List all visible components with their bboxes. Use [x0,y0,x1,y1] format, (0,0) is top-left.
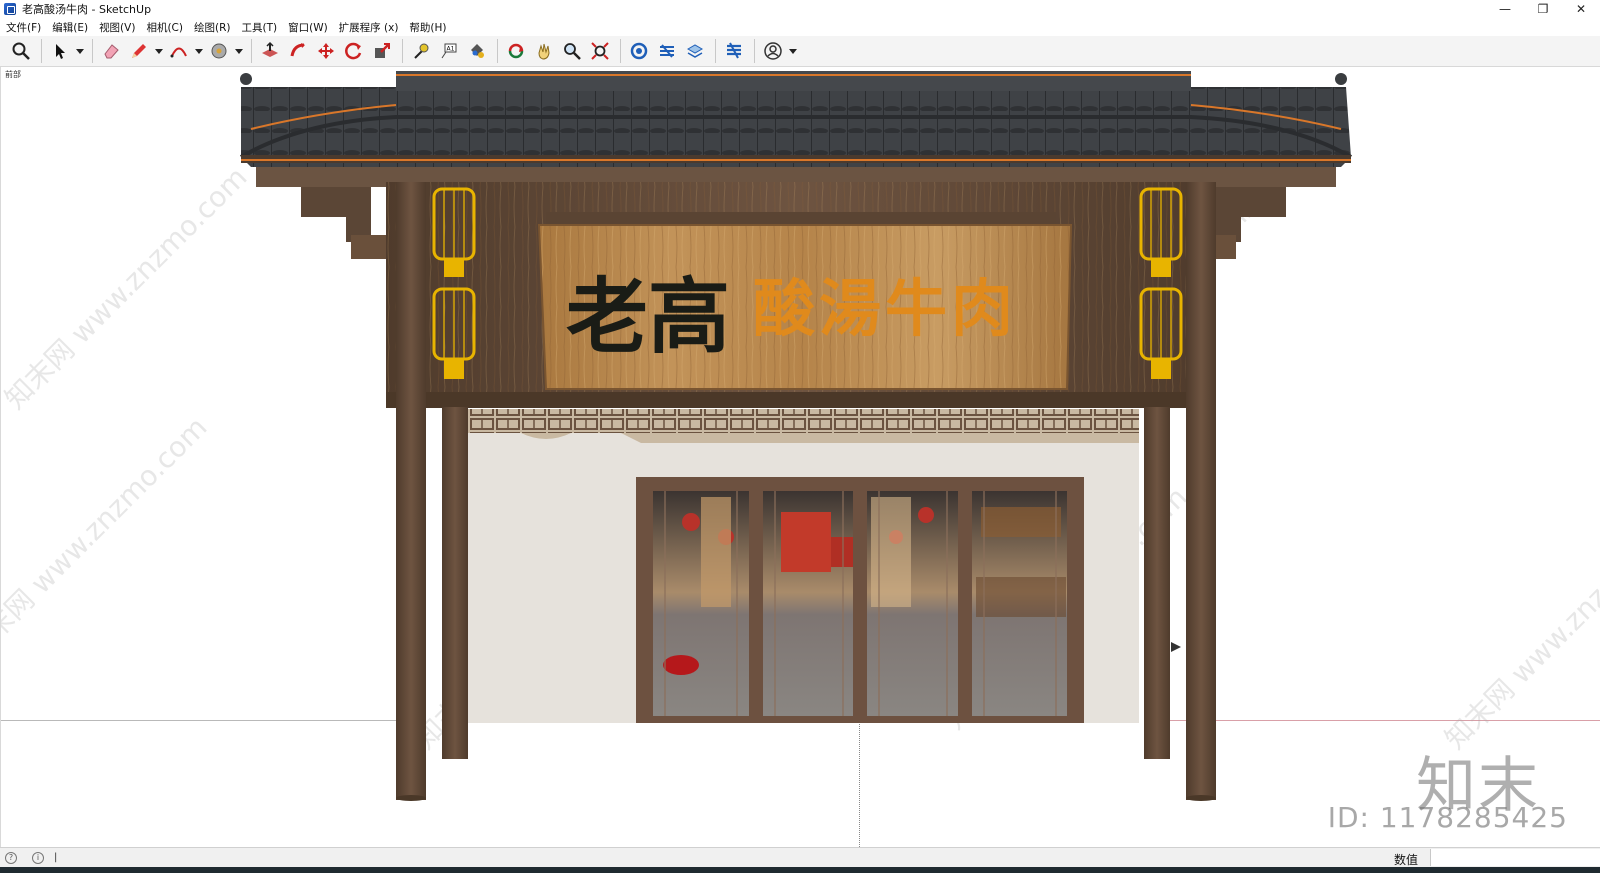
modeling-viewport[interactable]: 前部 知末网 www.znzmo.com 知末网 www.znzmo.com 知… [0,67,1600,847]
account-dropdown-icon[interactable] [788,38,798,64]
push-pull-icon[interactable] [257,38,283,64]
warehouse-icon[interactable] [626,38,652,64]
measurements-label: 数值 [1394,853,1419,867]
menu-camera[interactable]: 相机(C) [146,20,183,35]
menu-view[interactable]: 视图(V) [99,20,135,35]
menu-bar: 文件(F) 编辑(E) 视图(V) 相机(C) 绘图(R) 工具(T) 窗口(W… [0,18,1600,36]
menu-window[interactable]: 窗口(W) [288,20,328,35]
watermark-id: ID: 1178285425 [1327,801,1568,834]
toolbar-separator [497,39,498,63]
eraser-icon[interactable] [98,38,124,64]
toolbar-separator [41,39,42,63]
toolbar-separator [92,39,93,63]
credits-icon[interactable]: i [32,851,44,864]
status-hint: | [54,852,58,863]
minimize-button[interactable]: — [1486,0,1524,18]
zoom-window-icon[interactable] [587,38,613,64]
select-dropdown-icon[interactable] [75,38,85,64]
zoom-extents-icon[interactable] [8,38,34,64]
pan-icon[interactable] [531,38,557,64]
toolbar-separator [754,39,755,63]
toolbar-separator [251,39,252,63]
extension-manager-icon[interactable] [721,38,747,64]
window-title: 老高酸汤牛肉 - SketchUp [22,3,152,16]
arc-icon[interactable] [166,38,192,64]
toolbar-separator [402,39,403,63]
menu-file[interactable]: 文件(F) [6,20,41,35]
circle-dropdown-icon[interactable] [234,38,244,64]
select-icon[interactable] [47,38,73,64]
storefront-model[interactable]: 老高 酸湯牛肉 [1,67,1600,847]
extension-warehouse-icon[interactable] [654,38,680,64]
sign-calligraphy-dark: 老高 [566,269,730,365]
text-icon[interactable]: A1 [436,38,462,64]
toolbar-separator [620,39,621,63]
close-button[interactable]: ✕ [1562,0,1600,18]
account-icon[interactable] [760,38,786,64]
geo-location-icon[interactable]: ? [5,851,17,864]
svg-text:A1: A1 [447,46,455,53]
sketchup-app-icon [4,3,16,15]
status-bar: ? i | 数值 [0,847,1600,867]
menu-edit[interactable]: 编辑(E) [52,20,88,35]
window-controls: — ❐ ✕ [1486,0,1600,18]
layout-icon[interactable] [682,38,708,64]
menu-extensions[interactable]: 扩展程序 (x) [339,20,399,35]
zoom-icon[interactable] [559,38,585,64]
scale-icon[interactable] [369,38,395,64]
menu-help[interactable]: 帮助(H) [409,20,446,35]
arc-dropdown-icon[interactable] [194,38,204,64]
title-bar: 老高酸汤牛肉 - SketchUp — ❐ ✕ [0,0,1600,18]
maximize-button[interactable]: ❐ [1524,0,1562,18]
paint-bucket-icon[interactable] [464,38,490,64]
toolbar-separator [715,39,716,63]
menu-tools[interactable]: 工具(T) [241,20,277,35]
sketchup-window: 老高酸汤牛肉 - SketchUp — ❐ ✕ 文件(F) 编辑(E) 视图(V… [0,0,1600,873]
main-toolbar: A1 [0,36,1600,67]
os-taskbar [0,867,1600,873]
tape-measure-icon[interactable] [408,38,434,64]
pencil-icon[interactable] [126,38,152,64]
move-icon[interactable] [313,38,339,64]
pencil-dropdown-icon[interactable] [154,38,164,64]
follow-me-icon[interactable] [285,38,311,64]
rotate-icon[interactable] [341,38,367,64]
sign-text-orange: 酸湯牛肉 [753,272,1017,345]
circle-icon[interactable] [206,38,232,64]
measurements-input[interactable] [1430,849,1600,866]
menu-draw[interactable]: 绘图(R) [194,20,231,35]
orbit-icon[interactable] [503,38,529,64]
